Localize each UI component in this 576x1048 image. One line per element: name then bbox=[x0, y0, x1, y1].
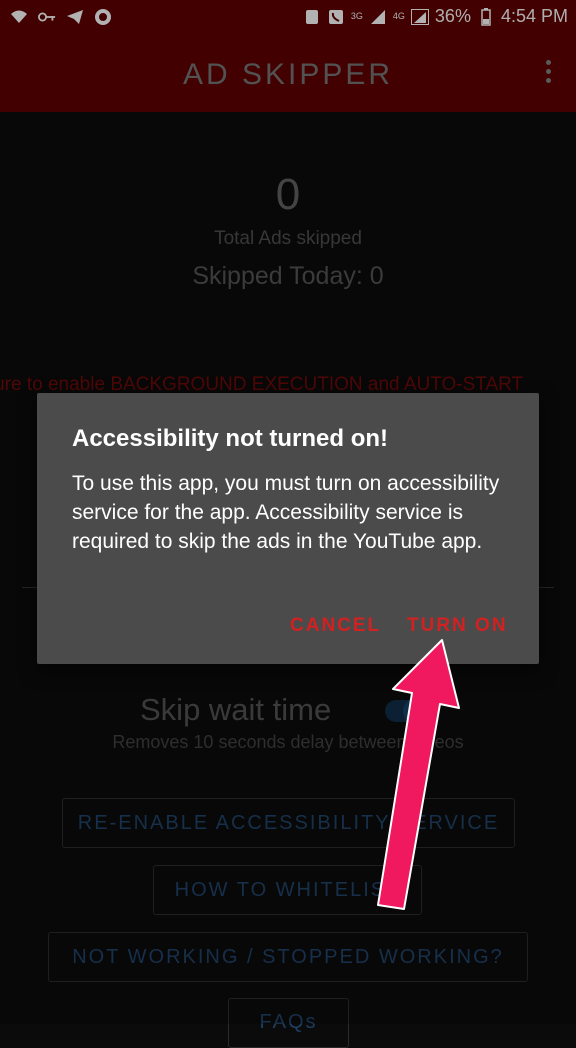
cancel-button[interactable]: CANCEL bbox=[290, 615, 381, 637]
dialog-message: To use this app, you must turn on access… bbox=[72, 472, 500, 553]
accessibility-dialog: Accessibility not turned on! To use this… bbox=[37, 393, 539, 664]
dialog-title: Accessibility not turned on! bbox=[72, 425, 389, 452]
turn-on-button[interactable]: TURN ON bbox=[407, 615, 508, 637]
